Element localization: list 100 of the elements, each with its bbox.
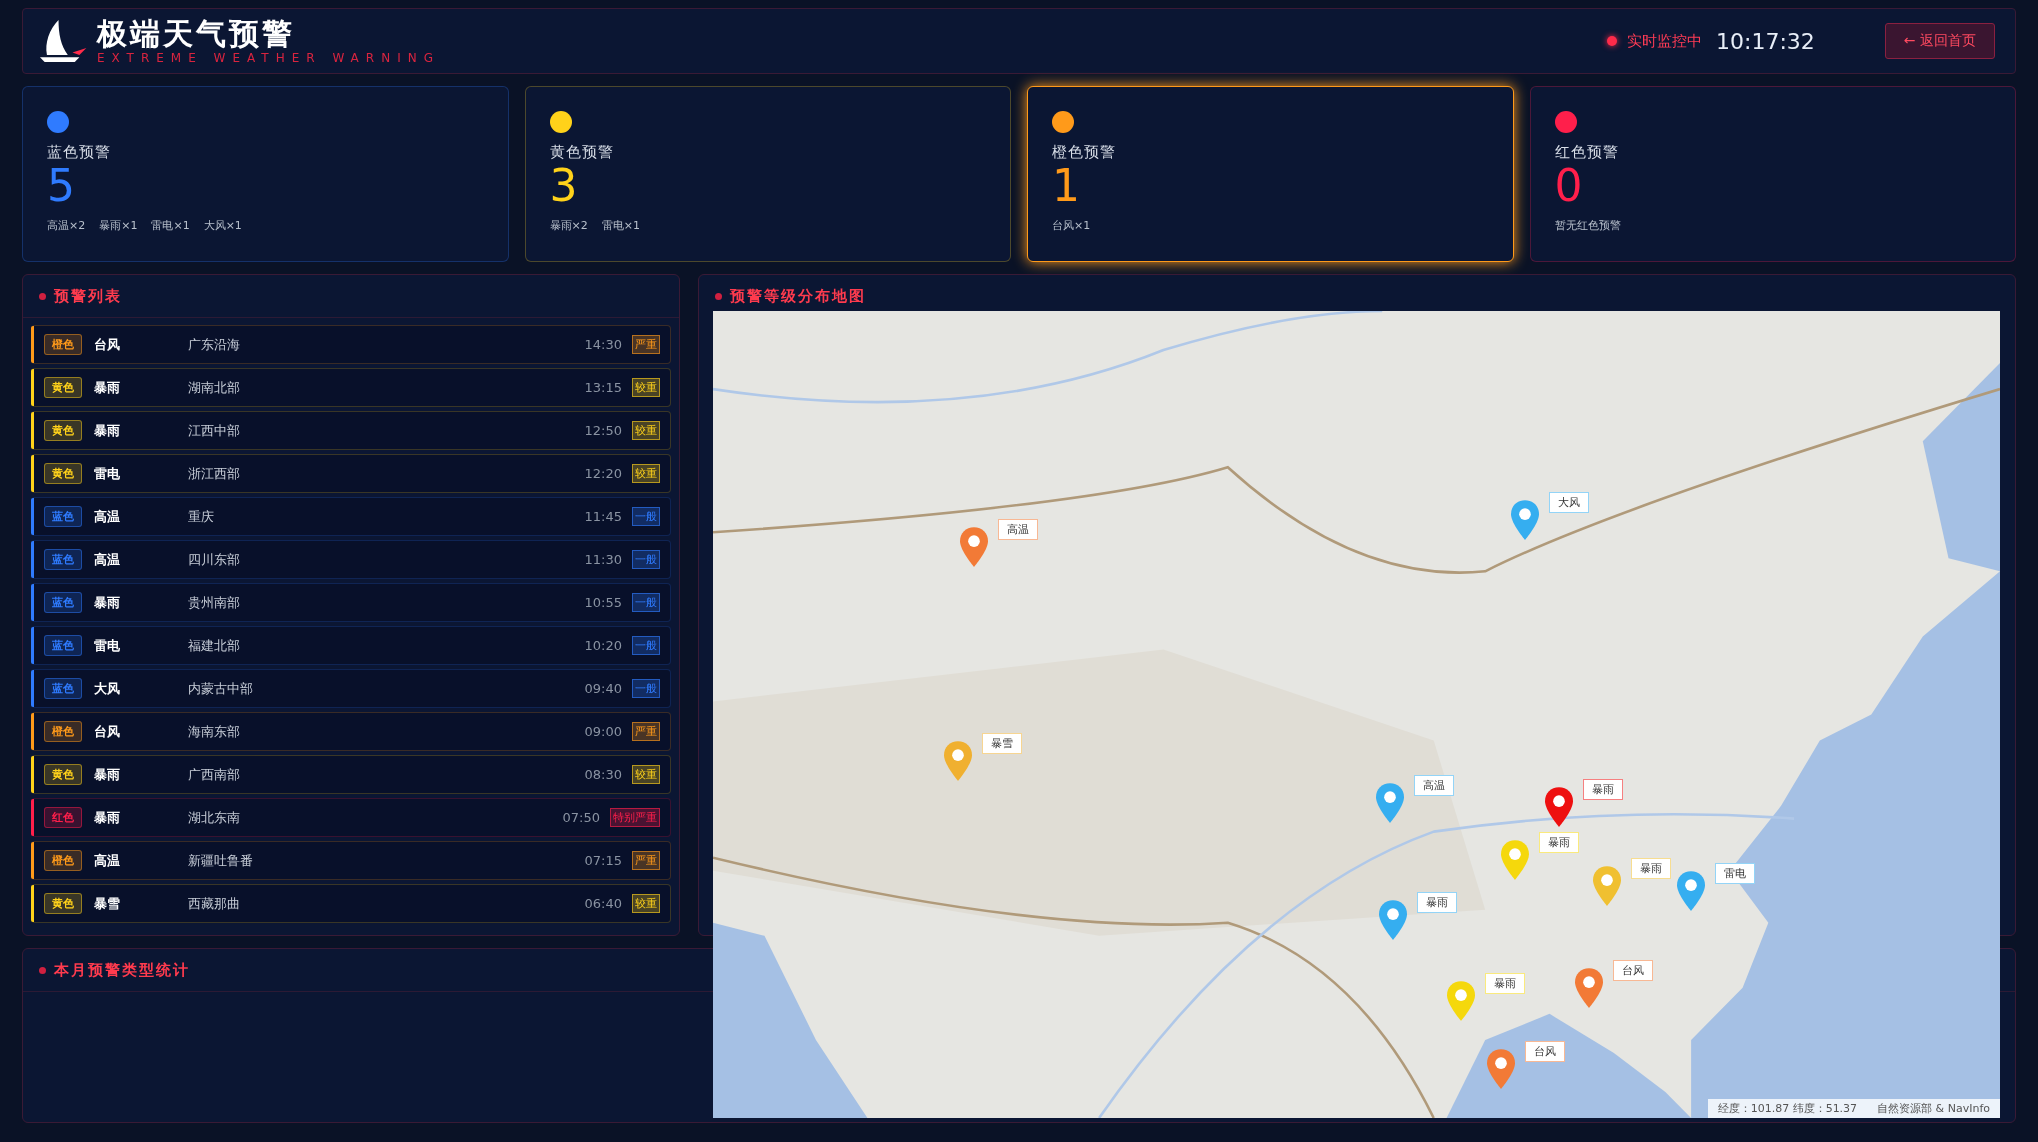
grade-tag: 橙色	[44, 850, 82, 871]
severity-tag: 特别严重	[610, 808, 660, 827]
warning-row[interactable]: 橙色 台风 海南东部 09:00 严重	[31, 712, 671, 751]
grade-tag: 蓝色	[44, 506, 82, 527]
live-indicator-icon	[1607, 36, 1617, 46]
app-subtitle: EXTREME WEATHER WARNING	[97, 51, 440, 65]
region-text: 海南东部	[188, 722, 241, 741]
panel-title: 预警等级分布地图	[730, 286, 866, 306]
panel-title: 预警列表	[54, 286, 122, 306]
grade-tag: 黄色	[44, 893, 82, 914]
time-text: 07:50	[562, 810, 600, 825]
region-text: 西藏那曲	[188, 894, 241, 913]
warning-count: 3	[549, 162, 578, 210]
attribution-text: 自然资源部 & NavInfo	[1877, 1101, 1990, 1116]
warning-count: 5	[47, 162, 75, 210]
warning-type: 暴雨	[94, 421, 121, 440]
warning-row[interactable]: 橙色 高温 新疆吐鲁番 07:15 严重	[31, 841, 671, 880]
grade-tag: 黄色	[44, 420, 82, 441]
map-pin-icon[interactable]	[1677, 871, 1706, 912]
region-text: 江西中部	[188, 421, 241, 440]
grade-tag: 黄色	[44, 764, 82, 785]
warning-row[interactable]: 黄色 暴雪 西藏那曲 06:40 较重	[31, 884, 671, 923]
summary-card[interactable]: 红色预警 0 暂无红色预警	[1529, 86, 2016, 262]
detail-text: 台风×1	[1052, 218, 1091, 233]
warning-row[interactable]: 蓝色 高温 四川东部 11:30 一般	[31, 540, 671, 579]
warning-type: 暴雪	[94, 894, 121, 913]
time-text: 09:00	[584, 724, 622, 739]
warning-count: 1	[1052, 162, 1080, 210]
warning-row[interactable]: 橙色 台风 广东沿海 14:30 严重	[31, 325, 671, 364]
warning-row[interactable]: 红色 暴雨 湖北东南 07:50 特别严重	[31, 798, 671, 837]
warning-row[interactable]: 蓝色 暴雨 贵州南部 10:55 一般	[31, 583, 671, 622]
map-pin-icon[interactable]	[1544, 787, 1573, 828]
warning-row[interactable]: 蓝色 雷电 福建北部 10:20 一般	[31, 626, 671, 665]
warning-type: 高温	[94, 507, 121, 526]
live-status: 实时监控中	[1627, 31, 1702, 51]
grade-tag: 橙色	[44, 334, 82, 355]
warning-row[interactable]: 黄色 暴雨 广西南部 08:30 较重	[31, 755, 671, 794]
map-pin-icon[interactable]	[1375, 783, 1404, 824]
time-text: 13:15	[584, 380, 622, 395]
time-text: 11:30	[584, 552, 622, 567]
severity-tag: 一般	[632, 507, 660, 526]
severity-tag: 严重	[632, 335, 660, 354]
bullet-icon	[39, 966, 46, 974]
detail-text: 暴雨×1	[99, 218, 138, 233]
severity-tag: 严重	[632, 722, 660, 741]
warning-row[interactable]: 蓝色 高温 重庆 11:45 一般	[31, 497, 671, 536]
region-text: 广西南部	[188, 765, 241, 784]
map-pin-icon[interactable]	[1575, 968, 1604, 1009]
grade-tag: 蓝色	[44, 592, 82, 613]
warning-row[interactable]: 黄色 暴雨 湖南北部 13:15 较重	[31, 368, 671, 407]
warning-row[interactable]: 黄色 雷电 浙江西部 12:20 较重	[31, 454, 671, 493]
summary-card[interactable]: 黄色预警 3 暴雨×2 雷电×1	[524, 86, 1011, 262]
warning-type: 暴雨	[94, 765, 121, 784]
time-text: 09:40	[584, 681, 622, 696]
region-text: 浙江西部	[188, 464, 241, 483]
severity-tag: 较重	[632, 765, 660, 784]
severity-tag: 较重	[632, 421, 660, 440]
app-title: 极端天气预警	[97, 17, 296, 51]
grade-tag: 橙色	[44, 721, 82, 742]
time-text: 07:15	[584, 853, 622, 868]
warning-type: 台风	[94, 335, 121, 354]
time-text: 10:55	[584, 595, 622, 610]
coordinates-text: 经度：101.87 纬度：51.37	[1717, 1101, 1858, 1116]
back-button[interactable]: ← 返回首页	[1884, 23, 1995, 59]
marker-label: 台风	[1613, 960, 1654, 982]
severity-tag: 一般	[632, 679, 660, 698]
grade-tag: 黄色	[44, 463, 82, 484]
map-pin-icon[interactable]	[1511, 499, 1540, 540]
grade-tag: 蓝色	[44, 549, 82, 570]
marker-label: 高温	[1413, 775, 1454, 797]
map-pin-icon[interactable]	[1486, 1048, 1515, 1089]
card-title: 黄色预警	[549, 143, 614, 162]
severity-tag: 一般	[632, 593, 660, 612]
time-text: 06:40	[584, 896, 622, 911]
region-text: 新疆吐鲁番	[188, 851, 254, 870]
map-pin-icon[interactable]	[943, 741, 972, 782]
card-title: 橙色预警	[1052, 143, 1116, 162]
time-text: 12:20	[584, 466, 622, 481]
map-pin-icon[interactable]	[960, 526, 989, 567]
warning-type: 台风	[94, 722, 121, 741]
grade-tag: 红色	[44, 807, 82, 828]
warning-type: 暴雨	[94, 808, 121, 827]
warning-row[interactable]: 蓝色 大风 内蒙古中部 09:40 一般	[31, 669, 671, 708]
grade-tag: 蓝色	[44, 678, 82, 699]
summary-card[interactable]: 橙色预警 1 台风×1	[1027, 86, 1514, 262]
severity-tag: 一般	[632, 550, 660, 569]
time-text: 12:50	[584, 423, 622, 438]
detail-text: 暂无红色预警	[1554, 218, 1621, 233]
summary-card[interactable]: 蓝色预警 5 高温×2 暴雨×1 雷电×1 大风×1	[22, 86, 509, 262]
warning-type: 高温	[94, 851, 121, 870]
detail-text: 大风×1	[203, 218, 242, 233]
region-text: 贵州南部	[188, 593, 241, 612]
warning-row[interactable]: 黄色 暴雨 江西中部 12:50 较重	[31, 411, 671, 450]
grade-tag: 蓝色	[44, 635, 82, 656]
region-text: 广东沿海	[188, 335, 241, 354]
warning-count: 0	[1554, 162, 1583, 210]
map-pin-icon[interactable]	[1378, 900, 1407, 941]
detail-text: 雷电×1	[601, 218, 640, 233]
card-title: 红色预警	[1554, 143, 1619, 162]
warning-type: 高温	[94, 550, 121, 569]
